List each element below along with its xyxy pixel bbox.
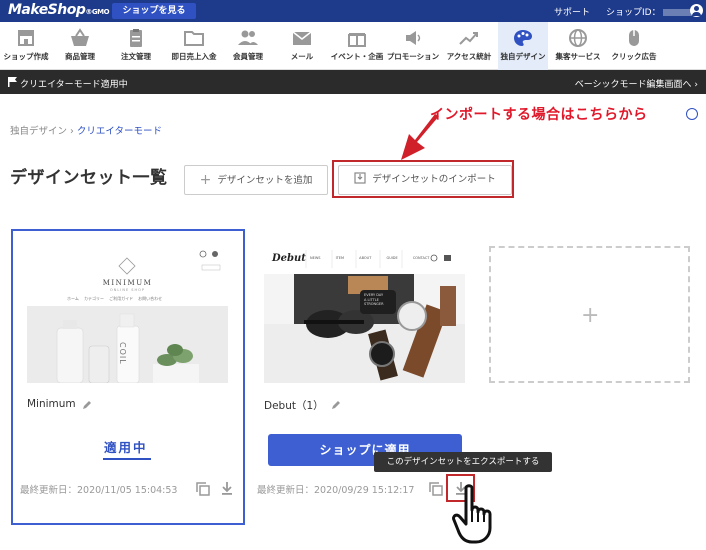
last-updated-minimum: 最終更新日：2020/11/05 15:04:53 (20, 485, 178, 496)
nav-item-click-ads[interactable]: クリック広告 (606, 22, 662, 70)
applied-underline (103, 458, 151, 460)
debut-preview-image (264, 246, 465, 383)
minimum-preview-image (27, 246, 228, 383)
trend-icon (459, 32, 478, 45)
flag-icon (8, 77, 17, 87)
add-design-placeholder[interactable]: + (489, 246, 690, 383)
nav-item-orders[interactable]: 注文管理 (108, 22, 164, 70)
top-bar: MakeShop®GMO ショップを見る サポート ショップID： (0, 0, 706, 22)
nav-item-customer-service[interactable]: 集客サービス (552, 22, 604, 70)
users-icon (238, 30, 258, 45)
import-highlight-box (332, 160, 514, 198)
breadcrumb: 独自デザイン › クリエイターモード (10, 126, 163, 137)
nav-item-shop-create[interactable]: ショップ作成 (0, 22, 52, 70)
design-name-debut: Debut（1） (264, 400, 324, 412)
creator-mode-label: クリエイターモード適用中 (20, 80, 128, 90)
nav-item-original-design[interactable]: 独自デザイン (498, 22, 548, 70)
basic-mode-link[interactable]: ベーシックモード編集画面へ › (575, 77, 698, 90)
globe-icon (569, 29, 587, 47)
palette-icon (514, 30, 532, 46)
pointer-hand-icon (452, 484, 492, 544)
nav-item-members[interactable]: 会員管理 (224, 22, 272, 70)
nav-item-mail[interactable]: メール (276, 22, 328, 70)
design-name-minimum: Minimum (27, 398, 76, 410)
nav-item-access-stats[interactable]: アクセス統計 (442, 22, 496, 70)
clipboard-icon (130, 29, 142, 47)
last-updated-debut: 最終更新日：2020/09/29 15:12:17 (257, 485, 415, 496)
import-callout: インポートする場合はこちらから (430, 107, 648, 123)
nav-item-products[interactable]: 商品管理 (54, 22, 106, 70)
copy-icon[interactable] (196, 482, 210, 496)
nav-item-same-day-deposit[interactable]: 即日売上入金 (166, 22, 222, 70)
design-thumbnail-minimum[interactable]: MINIMUM ONLINE SHOP ホーム カテゴリー ご利用ガイド お問い… (27, 246, 228, 383)
plus-icon: + (581, 303, 600, 328)
creator-mode-bar: クリエイターモード適用中 ベーシックモード編集画面へ › (0, 70, 706, 94)
plus-icon: + (199, 172, 212, 188)
download-icon[interactable] (220, 481, 234, 495)
view-shop-button[interactable]: ショップを見る (112, 3, 196, 19)
copy-icon[interactable] (429, 482, 443, 496)
makeshop-logo[interactable]: MakeShop®GMO (8, 2, 110, 18)
shop-id-mask (662, 9, 693, 16)
speaker-icon (406, 31, 421, 45)
gift-icon (348, 33, 366, 47)
breadcrumb-current: クリエイターモード (76, 126, 163, 137)
breadcrumb-root[interactable]: 独自デザイン (10, 126, 67, 137)
applied-status: 適用中 (104, 440, 148, 455)
nav-item-events[interactable]: イベント・企画 (330, 22, 384, 70)
nav-item-promotion[interactable]: プロモーション (386, 22, 440, 70)
mouse-icon (629, 30, 639, 46)
help-icon[interactable] (686, 108, 698, 120)
red-arrow-icon (401, 114, 439, 160)
basket-icon (71, 28, 89, 46)
folder-icon (184, 31, 204, 46)
export-tooltip: このデザインセットをエクスポートする (374, 452, 552, 472)
mail-icon (292, 31, 312, 45)
edit-pencil-icon[interactable] (331, 400, 341, 410)
store-icon (18, 30, 34, 46)
support-link[interactable]: サポート (554, 5, 590, 18)
add-design-set-button[interactable]: + デザインセットを追加 (184, 165, 328, 195)
page-title: デザインセット一覧 (10, 168, 168, 188)
user-icon[interactable] (690, 4, 703, 17)
edit-pencil-icon[interactable] (82, 400, 92, 410)
design-thumbnail-debut[interactable]: Debut NEWS ITEM ABOUT GUIDE CONTACT EVER… (264, 246, 465, 383)
main-nav: ショップ作成 商品管理 注文管理 即日売上入金 会員管理 メール イベント・企画… (0, 22, 706, 70)
shop-id: ショップID： (606, 5, 693, 18)
